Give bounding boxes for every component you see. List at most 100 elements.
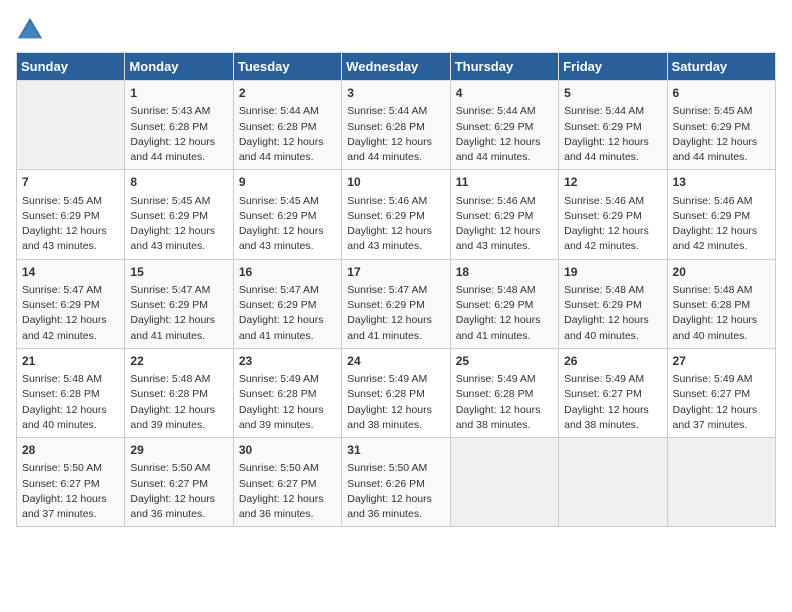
day-info: Sunrise: 5:44 AM [239,104,336,119]
day-number: 6 [673,85,770,102]
day-cell: 3Sunrise: 5:44 AMSunset: 6:28 PMDaylight… [342,81,450,170]
day-info: Sunset: 6:27 PM [564,387,661,402]
day-info: Sunrise: 5:49 AM [456,372,553,387]
day-info: and 43 minutes. [239,239,336,254]
day-number: 25 [456,353,553,370]
day-info: Sunrise: 5:44 AM [347,104,444,119]
day-info: Daylight: 12 hours [564,403,661,418]
day-info: Sunset: 6:29 PM [564,120,661,135]
week-row-3: 14Sunrise: 5:47 AMSunset: 6:29 PMDayligh… [17,259,776,348]
day-cell [559,438,667,527]
day-info: and 36 minutes. [347,507,444,522]
day-info: Sunrise: 5:50 AM [239,461,336,476]
day-number: 4 [456,85,553,102]
day-info: Sunset: 6:29 PM [456,298,553,313]
day-info: Sunrise: 5:48 AM [456,283,553,298]
day-info: Daylight: 12 hours [564,313,661,328]
day-number: 29 [130,442,227,459]
day-info: Daylight: 12 hours [22,224,119,239]
day-number: 11 [456,174,553,191]
day-info: and 42 minutes. [673,239,770,254]
week-row-4: 21Sunrise: 5:48 AMSunset: 6:28 PMDayligh… [17,348,776,437]
day-info: Sunrise: 5:46 AM [347,194,444,209]
day-info: and 44 minutes. [239,150,336,165]
header-cell-friday: Friday [559,53,667,81]
day-info: Sunset: 6:28 PM [347,387,444,402]
day-info: Sunset: 6:29 PM [239,209,336,224]
day-info: and 40 minutes. [564,329,661,344]
week-row-2: 7Sunrise: 5:45 AMSunset: 6:29 PMDaylight… [17,170,776,259]
day-number: 23 [239,353,336,370]
day-number: 30 [239,442,336,459]
day-info: Sunset: 6:29 PM [22,209,119,224]
header-cell-tuesday: Tuesday [233,53,341,81]
day-info: and 44 minutes. [673,150,770,165]
day-info: Daylight: 12 hours [347,492,444,507]
day-number: 2 [239,85,336,102]
day-info: Sunset: 6:29 PM [239,298,336,313]
day-info: and 41 minutes. [239,329,336,344]
day-cell: 22Sunrise: 5:48 AMSunset: 6:28 PMDayligh… [125,348,233,437]
day-cell: 12Sunrise: 5:46 AMSunset: 6:29 PMDayligh… [559,170,667,259]
day-cell: 29Sunrise: 5:50 AMSunset: 6:27 PMDayligh… [125,438,233,527]
day-info: and 44 minutes. [347,150,444,165]
day-info: Daylight: 12 hours [22,313,119,328]
day-info: and 39 minutes. [239,418,336,433]
day-info: Sunrise: 5:47 AM [130,283,227,298]
day-info: Sunrise: 5:49 AM [239,372,336,387]
header-cell-sunday: Sunday [17,53,125,81]
day-info: Sunset: 6:29 PM [564,209,661,224]
day-cell: 2Sunrise: 5:44 AMSunset: 6:28 PMDaylight… [233,81,341,170]
day-info: Sunset: 6:29 PM [130,298,227,313]
day-cell: 25 Sunrise: 5:49 AMSunset: 6:28 PMDayligh… [450,348,558,437]
day-cell: 6Sunrise: 5:45 AMSunset: 6:29 PMDaylight… [667,81,775,170]
day-info: and 39 minutes. [130,418,227,433]
day-info: Sunrise: 5:49 AM [673,372,770,387]
day-info: Sunrise: 5:46 AM [456,194,553,209]
day-info: Sunset: 6:29 PM [564,298,661,313]
day-info: Sunset: 6:27 PM [239,477,336,492]
day-info: Sunset: 6:28 PM [239,387,336,402]
page-header [16,16,776,44]
day-info: and 43 minutes. [22,239,119,254]
day-number: 24 [347,353,444,370]
day-cell: 30Sunrise: 5:50 AMSunset: 6:27 PMDayligh… [233,438,341,527]
day-info: Sunset: 6:29 PM [130,209,227,224]
day-cell: 21Sunrise: 5:48 AMSunset: 6:28 PMDayligh… [17,348,125,437]
day-cell: 24Sunrise: 5:49 AMSunset: 6:28 PMDayligh… [342,348,450,437]
day-info: Sunrise: 5:45 AM [22,194,119,209]
day-info: Sunset: 6:28 PM [673,298,770,313]
day-info: and 44 minutes. [456,150,553,165]
day-info: Daylight: 12 hours [347,403,444,418]
day-cell: 20Sunrise: 5:48 AMSunset: 6:28 PMDayligh… [667,259,775,348]
day-info: Daylight: 12 hours [456,403,553,418]
day-info: and 44 minutes. [130,150,227,165]
day-info: Sunset: 6:29 PM [456,120,553,135]
day-info: Sunset: 6:29 PM [22,298,119,313]
day-info: Sunset: 6:27 PM [673,387,770,402]
day-cell: 19Sunrise: 5:48 AMSunset: 6:29 PMDayligh… [559,259,667,348]
day-number: 5 [564,85,661,102]
day-info: Daylight: 12 hours [130,313,227,328]
day-number: 28 [22,442,119,459]
day-info: and 38 minutes. [564,418,661,433]
day-number: 3 [347,85,444,102]
day-cell: 14Sunrise: 5:47 AMSunset: 6:29 PMDayligh… [17,259,125,348]
day-cell: 1Sunrise: 5:43 AMSunset: 6:28 PMDaylight… [125,81,233,170]
day-info: and 43 minutes. [347,239,444,254]
day-info: Sunset: 6:29 PM [347,209,444,224]
day-cell [17,81,125,170]
day-info: Daylight: 12 hours [456,224,553,239]
header-cell-thursday: Thursday [450,53,558,81]
day-cell: 8Sunrise: 5:45 AMSunset: 6:29 PMDaylight… [125,170,233,259]
day-info: Sunrise: 5:45 AM [673,104,770,119]
calendar-body: 1Sunrise: 5:43 AMSunset: 6:28 PMDaylight… [17,81,776,527]
day-info: Sunrise: 5:43 AM [130,104,227,119]
day-cell: 4Sunrise: 5:44 AMSunset: 6:29 PMDaylight… [450,81,558,170]
header-row: SundayMondayTuesdayWednesdayThursdayFrid… [17,53,776,81]
day-number: 9 [239,174,336,191]
day-info: Sunset: 6:28 PM [456,387,553,402]
day-info: and 38 minutes. [456,418,553,433]
day-cell: 18Sunrise: 5:48 AMSunset: 6:29 PMDayligh… [450,259,558,348]
day-info: Daylight: 12 hours [347,224,444,239]
